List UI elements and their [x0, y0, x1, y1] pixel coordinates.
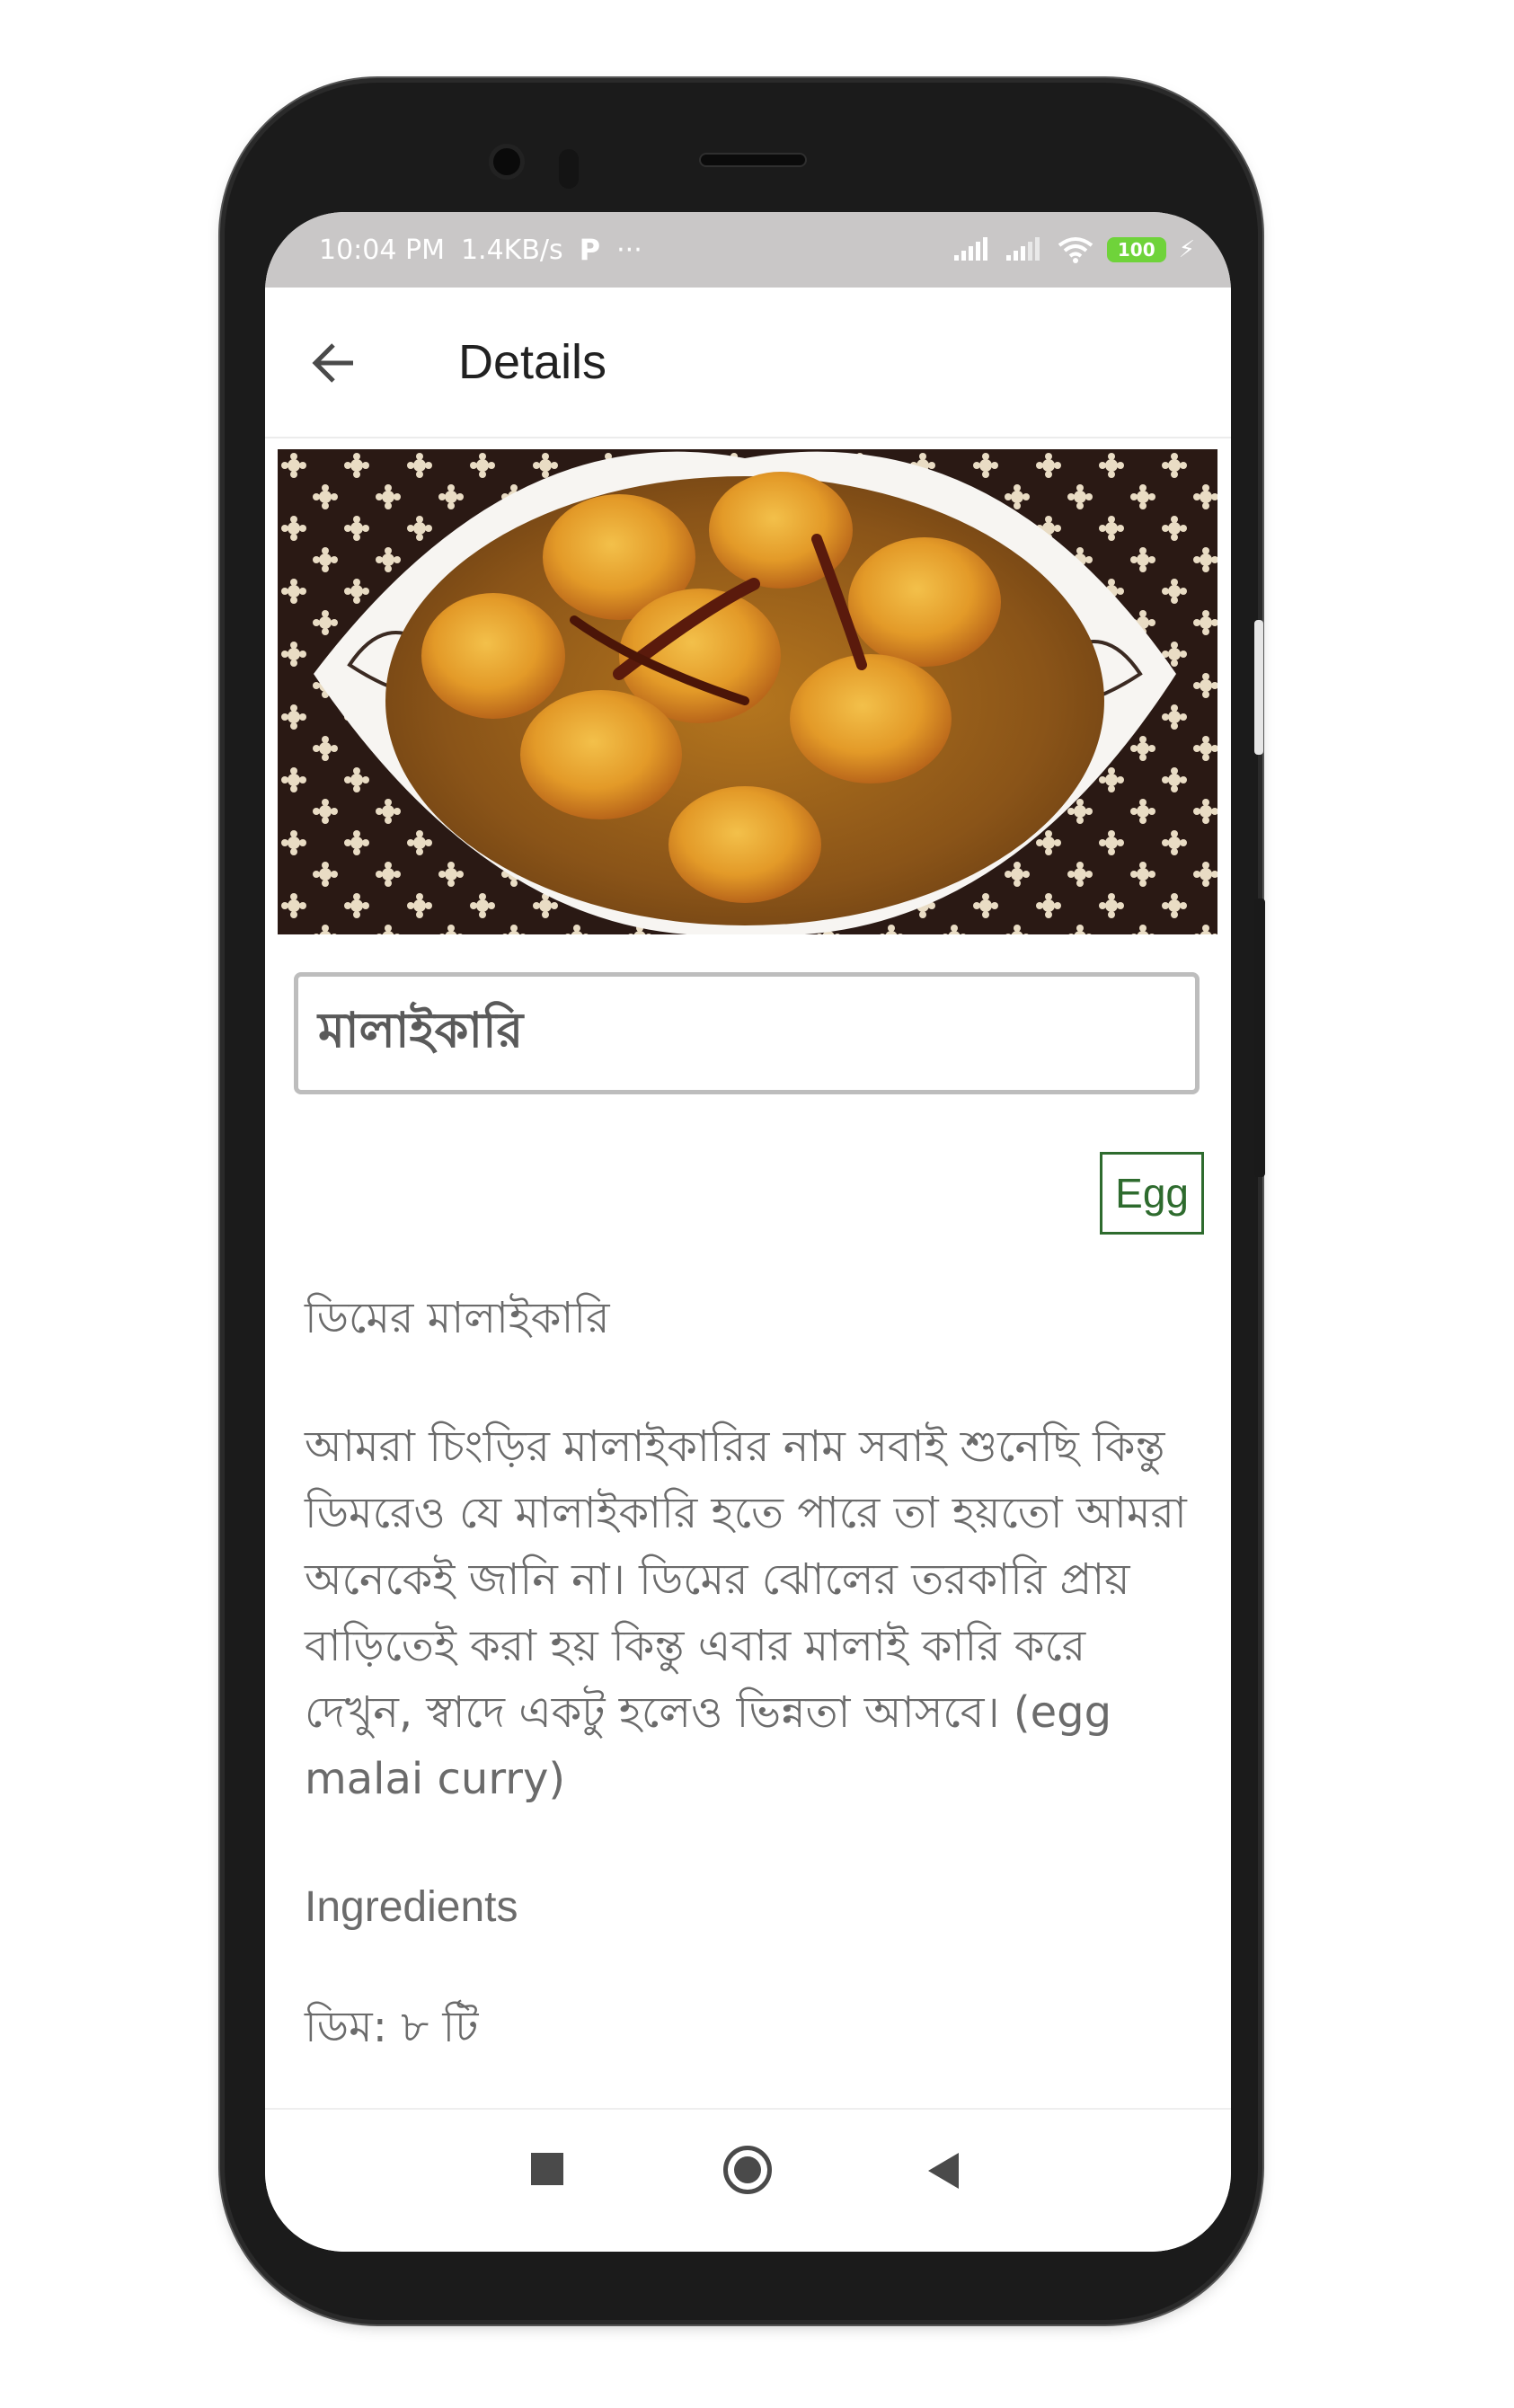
- recipe-description: আমরা চিংড়ির মালাইকারির নাম সবাই শুনেছি …: [305, 1421, 1187, 1804]
- status-bar: 10:04 PM 1.4KB/s P ··· 100 ⚡: [265, 212, 1231, 288]
- recipe-name-box: মালাইকারি: [294, 972, 1200, 1094]
- status-net-speed: 1.4KB/s: [460, 234, 563, 266]
- charging-icon: ⚡: [1178, 236, 1195, 263]
- signal-icon-2: [1005, 237, 1040, 261]
- wifi-icon: [1058, 237, 1093, 263]
- volume-button: [1254, 620, 1263, 755]
- recipe-subtitle: ডিমের মালাইকারি: [305, 1293, 610, 1343]
- recipe-name: মালাইকারি: [318, 1002, 524, 1058]
- ingredients-heading: Ingredients: [305, 1883, 518, 1931]
- front-camera: [489, 144, 525, 180]
- earpiece-speaker: [699, 153, 807, 167]
- battery-icon: 100: [1106, 237, 1166, 262]
- page-title: Details: [458, 335, 607, 389]
- signal-icon: [953, 237, 987, 261]
- home-circle-icon[interactable]: [723, 2146, 772, 2194]
- details-content[interactable]: মালাইকারি Egg ডিমের মালাইকারি আমরা চিংড়…: [265, 440, 1231, 2107]
- parking-icon: P: [579, 233, 601, 267]
- app-bar: Details: [265, 288, 1231, 438]
- arrow-left-icon[interactable]: [308, 338, 359, 388]
- ingredient-item: ডিম: ৮ টি: [305, 2002, 479, 2052]
- category-chip[interactable]: Egg: [1100, 1152, 1204, 1235]
- power-button: [1254, 899, 1265, 1177]
- recents-square-icon[interactable]: [531, 2153, 563, 2185]
- phone-screen: 10:04 PM 1.4KB/s P ··· 100 ⚡ Details মাল…: [265, 212, 1231, 2252]
- proximity-sensor: [559, 149, 579, 189]
- back-triangle-icon[interactable]: [928, 2153, 959, 2189]
- more-notifications-icon: ···: [616, 234, 642, 266]
- recipe-image: [278, 449, 1217, 934]
- status-time: 10:04 PM: [319, 234, 445, 266]
- system-nav-bar: [265, 2108, 1231, 2252]
